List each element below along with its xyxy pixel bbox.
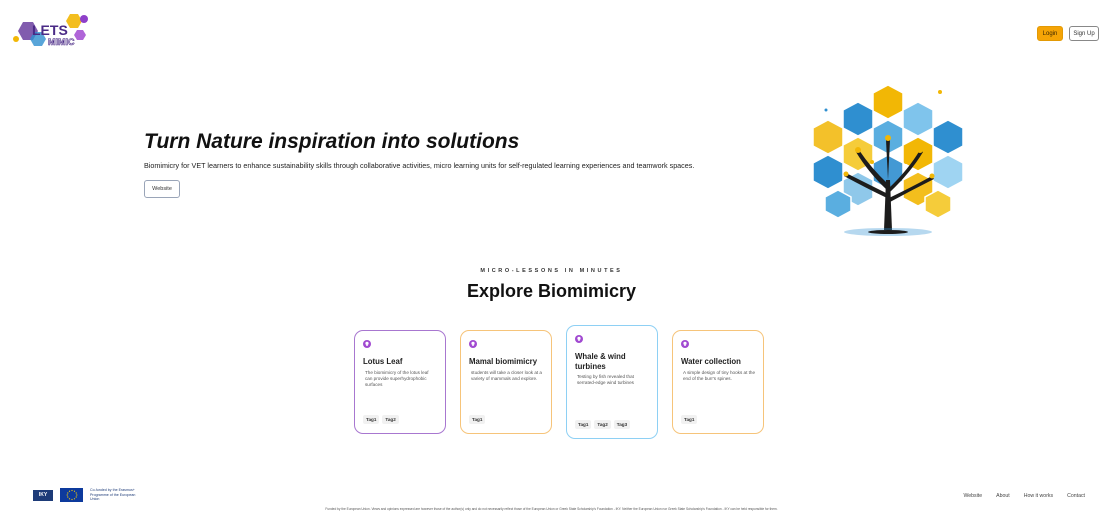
auth-buttons: Login Sign Up [1037, 26, 1099, 41]
footer-link-contact[interactable]: Contact [1067, 493, 1085, 499]
lightbulb-icon [681, 340, 689, 348]
card-description: students will take a closer look at a va… [471, 369, 542, 381]
lesson-card-whale-wind-turbines[interactable]: Whale & wind turbines Testing by fish re… [566, 325, 658, 439]
lesson-card-water-collection[interactable]: Water collection A simple design of tiny… [672, 330, 764, 434]
eu-funding-label: Co-funded by the Erasmus+ Programme of t… [90, 488, 136, 502]
tag[interactable]: Tag1 [681, 415, 698, 424]
svg-text:LETS: LETS [32, 22, 68, 38]
card-description: Testing by fish revealed that serrated-e… [577, 374, 634, 385]
section-eyebrow: MICRO-LESSONS IN MINUTES [480, 268, 623, 274]
tag[interactable]: Tag2 [382, 415, 399, 424]
footer-link-website[interactable]: Website [963, 493, 982, 499]
card-tags: Tag1 Tag2 Tag3 [575, 420, 631, 429]
hero-description: Biomimicry for VET learners to enhance s… [144, 161, 695, 170]
lets-mimic-logo-graphic: LETS MIMIC [13, 14, 88, 47]
login-button[interactable]: Login [1037, 26, 1063, 41]
footer-link-about[interactable]: About [996, 493, 1010, 499]
lightbulb-icon [575, 335, 583, 343]
card-tags: Tag1 Tag2 [363, 415, 399, 424]
tag[interactable]: Tag1 [469, 415, 486, 424]
iky-logo: IKY [33, 489, 53, 501]
lets-mimic-logo[interactable]: LETS MIMIC [10, 9, 92, 53]
lightbulb-icon [469, 340, 477, 348]
card-title: Mamal biomimicry [469, 357, 538, 366]
card-title: Lotus Leaf [363, 357, 403, 366]
tag[interactable]: Tag3 [613, 420, 631, 429]
funding-disclaimer: Funded by the European Union. Views and … [325, 507, 778, 511]
card-title: Water collection [681, 357, 741, 366]
lightbulb-icon [363, 340, 371, 348]
card-description: A simple design of tiny hooks at the end… [683, 369, 756, 381]
tag[interactable]: Tag1 [575, 420, 592, 429]
lesson-card-lotus-leaf[interactable]: Lotus Leaf The biomimicry of the lotus l… [354, 330, 446, 434]
card-title: Whale & wind turbines [575, 352, 626, 371]
section-title: Explore Biomimicry [466, 281, 637, 301]
footer-link-how-it-works[interactable]: How it works [1024, 493, 1053, 499]
card-description: The biomimicry of the lotus leaf can pro… [365, 369, 429, 387]
tag[interactable]: Tag2 [594, 420, 611, 429]
card-tags: Tag1 [681, 415, 698, 424]
signup-button[interactable]: Sign Up [1069, 26, 1099, 41]
website-button[interactable]: Website [144, 180, 180, 198]
funder-logos: IKY Co-funded by the Erasmus+ Programme … [33, 488, 142, 502]
svg-text:MIMIC: MIMIC [48, 37, 75, 47]
footer-nav: Website About How it works Contact [963, 493, 1085, 499]
lesson-card-mamal-biomimicry[interactable]: Mamal biomimicry students will take a cl… [460, 330, 552, 434]
card-tags: Tag1 [469, 415, 486, 424]
hero-title: Turn Nature inspiration into solutions [144, 130, 520, 153]
hexagon-tree-illustration [808, 80, 968, 240]
eu-flag-icon [60, 488, 83, 502]
tag[interactable]: Tag1 [363, 415, 380, 424]
